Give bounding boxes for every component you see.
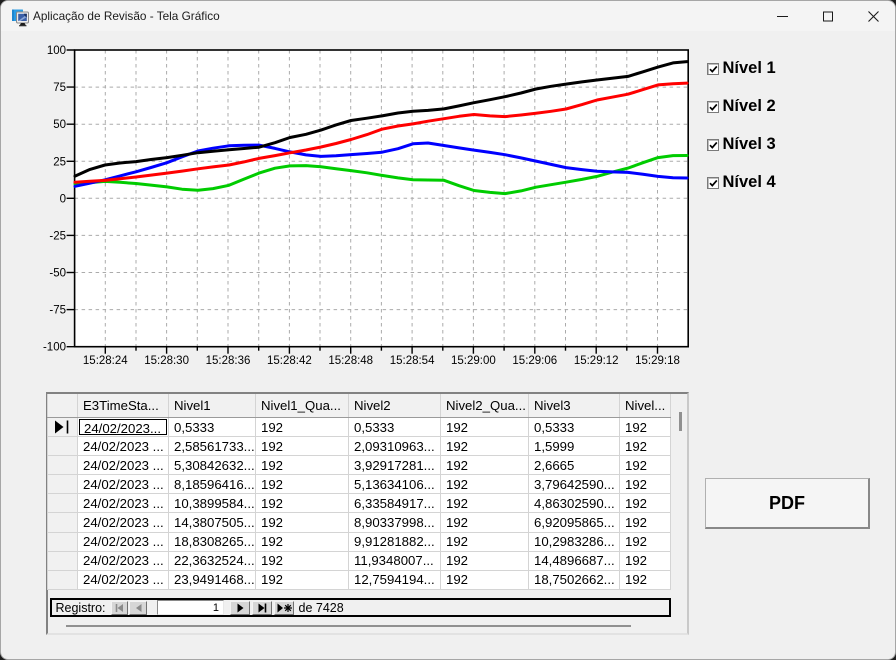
- svg-text:15:29:12: 15:29:12: [574, 355, 619, 367]
- svg-text:15:28:36: 15:28:36: [206, 355, 251, 367]
- svg-text:100: 100: [47, 45, 66, 57]
- svg-text:15:28:30: 15:28:30: [144, 355, 189, 367]
- svg-text:-100: -100: [43, 342, 66, 354]
- svg-text:15:28:54: 15:28:54: [390, 355, 435, 367]
- svg-text:75: 75: [53, 82, 66, 94]
- svg-text:25: 25: [53, 156, 66, 168]
- svg-text:-50: -50: [49, 268, 66, 280]
- svg-text:15:29:00: 15:29:00: [451, 355, 496, 367]
- svg-text:0: 0: [60, 193, 66, 205]
- svg-text:-75: -75: [49, 305, 66, 317]
- svg-text:15:28:24: 15:28:24: [83, 355, 128, 367]
- svg-text:50: 50: [53, 119, 66, 131]
- svg-text:-25: -25: [49, 230, 66, 242]
- svg-text:15:29:06: 15:29:06: [512, 355, 557, 367]
- svg-text:15:28:48: 15:28:48: [328, 355, 373, 367]
- svg-text:15:29:18: 15:29:18: [635, 355, 680, 367]
- svg-text:15:28:42: 15:28:42: [267, 355, 312, 367]
